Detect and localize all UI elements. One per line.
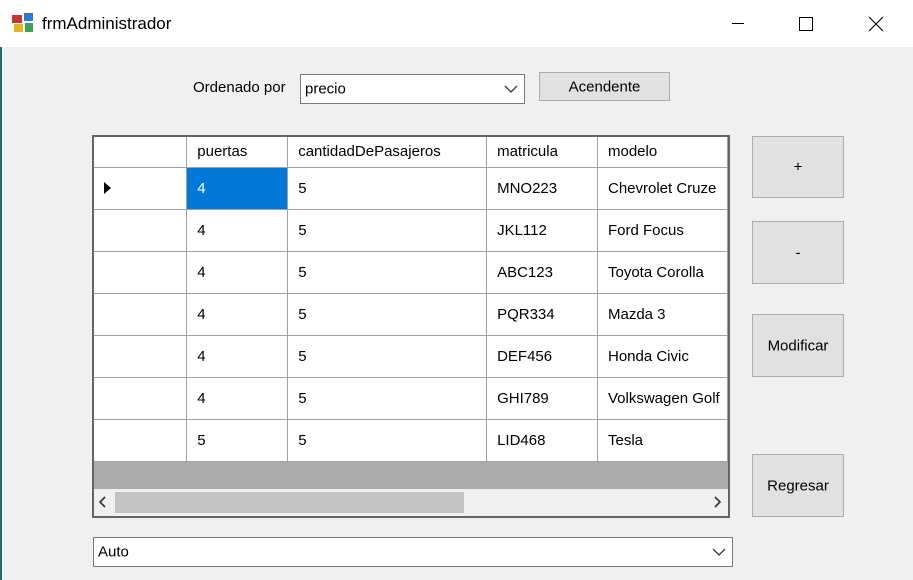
column-header-cantidad-de-pasajeros[interactable]: cantidadDePasajeros [287,137,488,168]
table-row[interactable]: 4 5 JKL112 Ford Focus [94,209,728,252]
table-row[interactable]: 4 5 GHI789 Volkswagen Golf [94,377,728,420]
add-button[interactable]: + [752,136,844,198]
scrollbar-thumb[interactable] [115,492,464,513]
close-button[interactable] [853,0,899,47]
row-header[interactable] [94,251,188,294]
cell-matricula[interactable]: DEF456 [486,335,598,378]
row-header[interactable] [94,209,188,252]
modify-button-label: Modificar [767,337,829,354]
header-row: puertas cantidadDePasajeros matricula mo… [94,137,728,168]
maximize-button[interactable] [783,0,829,47]
back-button[interactable]: Regresar [752,454,844,517]
cell-matricula[interactable]: MNO223 [486,167,598,210]
cell-modelo[interactable]: Toyota Corolla [597,251,728,294]
cell-cantidad-de-pasajeros[interactable]: 5 [287,377,488,420]
cell-modelo[interactable]: Mazda 3 [597,293,728,336]
cell-cantidad-de-pasajeros[interactable]: 5 [287,209,488,252]
current-row-arrow-icon [104,182,111,194]
cell-puertas[interactable]: 4 [186,293,289,336]
cell-puertas[interactable]: 4 [186,251,289,294]
cell-puertas[interactable]: 4 [186,335,289,378]
row-header[interactable] [94,167,188,210]
cell-puertas[interactable]: 5 [186,419,289,462]
column-header-matricula[interactable]: matricula [486,137,598,168]
row-header[interactable] [94,293,188,336]
window-title: frmAdministrador [42,14,172,33]
modify-button[interactable]: Modificar [752,314,844,377]
table-row[interactable]: 5 5 LID468 Tesla [94,419,728,462]
cell-modelo[interactable]: Chevrolet Cruze [597,167,728,210]
minimize-icon [732,22,744,24]
cell-puertas[interactable]: 4 [186,377,289,420]
minimize-button[interactable] [715,0,761,47]
scroll-left-icon[interactable] [98,496,108,508]
sort-field-value: precio [305,80,346,98]
sort-direction-label: Acendente [568,78,641,95]
vehicle-type-value: Auto [98,543,129,561]
remove-button-label: - [795,244,801,261]
chevron-down-icon [712,548,726,556]
sort-direction-button[interactable]: Acendente [539,72,670,101]
vehicle-type-select[interactable]: Auto [93,537,733,567]
cell-cantidad-de-pasajeros[interactable]: 5 [287,419,488,462]
cell-cantidad-de-pasajeros[interactable]: 5 [287,335,488,378]
vehicles-grid[interactable]: puertas cantidadDePasajeros matricula mo… [92,135,730,518]
table-row[interactable]: 4 5 MNO223 Chevrolet Cruze [94,167,728,210]
cell-matricula[interactable]: GHI789 [486,377,598,420]
cell-cantidad-de-pasajeros[interactable]: 5 [287,293,488,336]
cell-cantidad-de-pasajeros[interactable]: 5 [287,167,488,210]
window-border [0,47,2,580]
table-row[interactable]: 4 5 ABC123 Toyota Corolla [94,251,728,294]
cell-matricula[interactable]: JKL112 [486,209,598,252]
cell-matricula[interactable]: ABC123 [486,251,598,294]
cell-puertas[interactable]: 4 [186,209,289,252]
column-header-puertas[interactable]: puertas [186,137,289,168]
cell-modelo[interactable]: Volkswagen Golf [597,377,728,420]
app-icon [12,13,33,32]
cell-modelo[interactable]: Tesla [597,419,728,462]
sort-field-select[interactable]: precio [300,74,525,104]
row-header[interactable] [94,419,188,462]
cell-modelo[interactable]: Ford Focus [597,209,728,252]
row-header[interactable] [94,335,188,378]
remove-button[interactable]: - [752,221,844,284]
cell-puertas[interactable]: 4 [186,167,289,210]
cell-matricula[interactable]: PQR334 [486,293,598,336]
cell-cantidad-de-pasajeros[interactable]: 5 [287,251,488,294]
cell-modelo[interactable]: Honda Civic [597,335,728,378]
back-button-label: Regresar [767,477,829,494]
close-icon [868,16,884,31]
title-bar: frmAdministrador [0,0,913,47]
table-row[interactable]: 4 5 PQR334 Mazda 3 [94,293,728,336]
corner-header[interactable] [94,137,188,168]
cell-matricula[interactable]: LID468 [486,419,598,462]
vehicles-table: puertas cantidadDePasajeros matricula mo… [94,137,728,462]
row-header[interactable] [94,377,188,420]
table-row[interactable]: 4 5 DEF456 Honda Civic [94,335,728,378]
maximize-icon [799,16,813,31]
column-header-modelo[interactable]: modelo [597,137,728,168]
add-button-label: + [793,158,803,176]
chevron-down-icon [504,85,518,93]
sort-label: Ordenado por [193,79,286,96]
horizontal-scrollbar[interactable] [94,489,728,516]
scroll-right-icon[interactable] [712,496,722,508]
